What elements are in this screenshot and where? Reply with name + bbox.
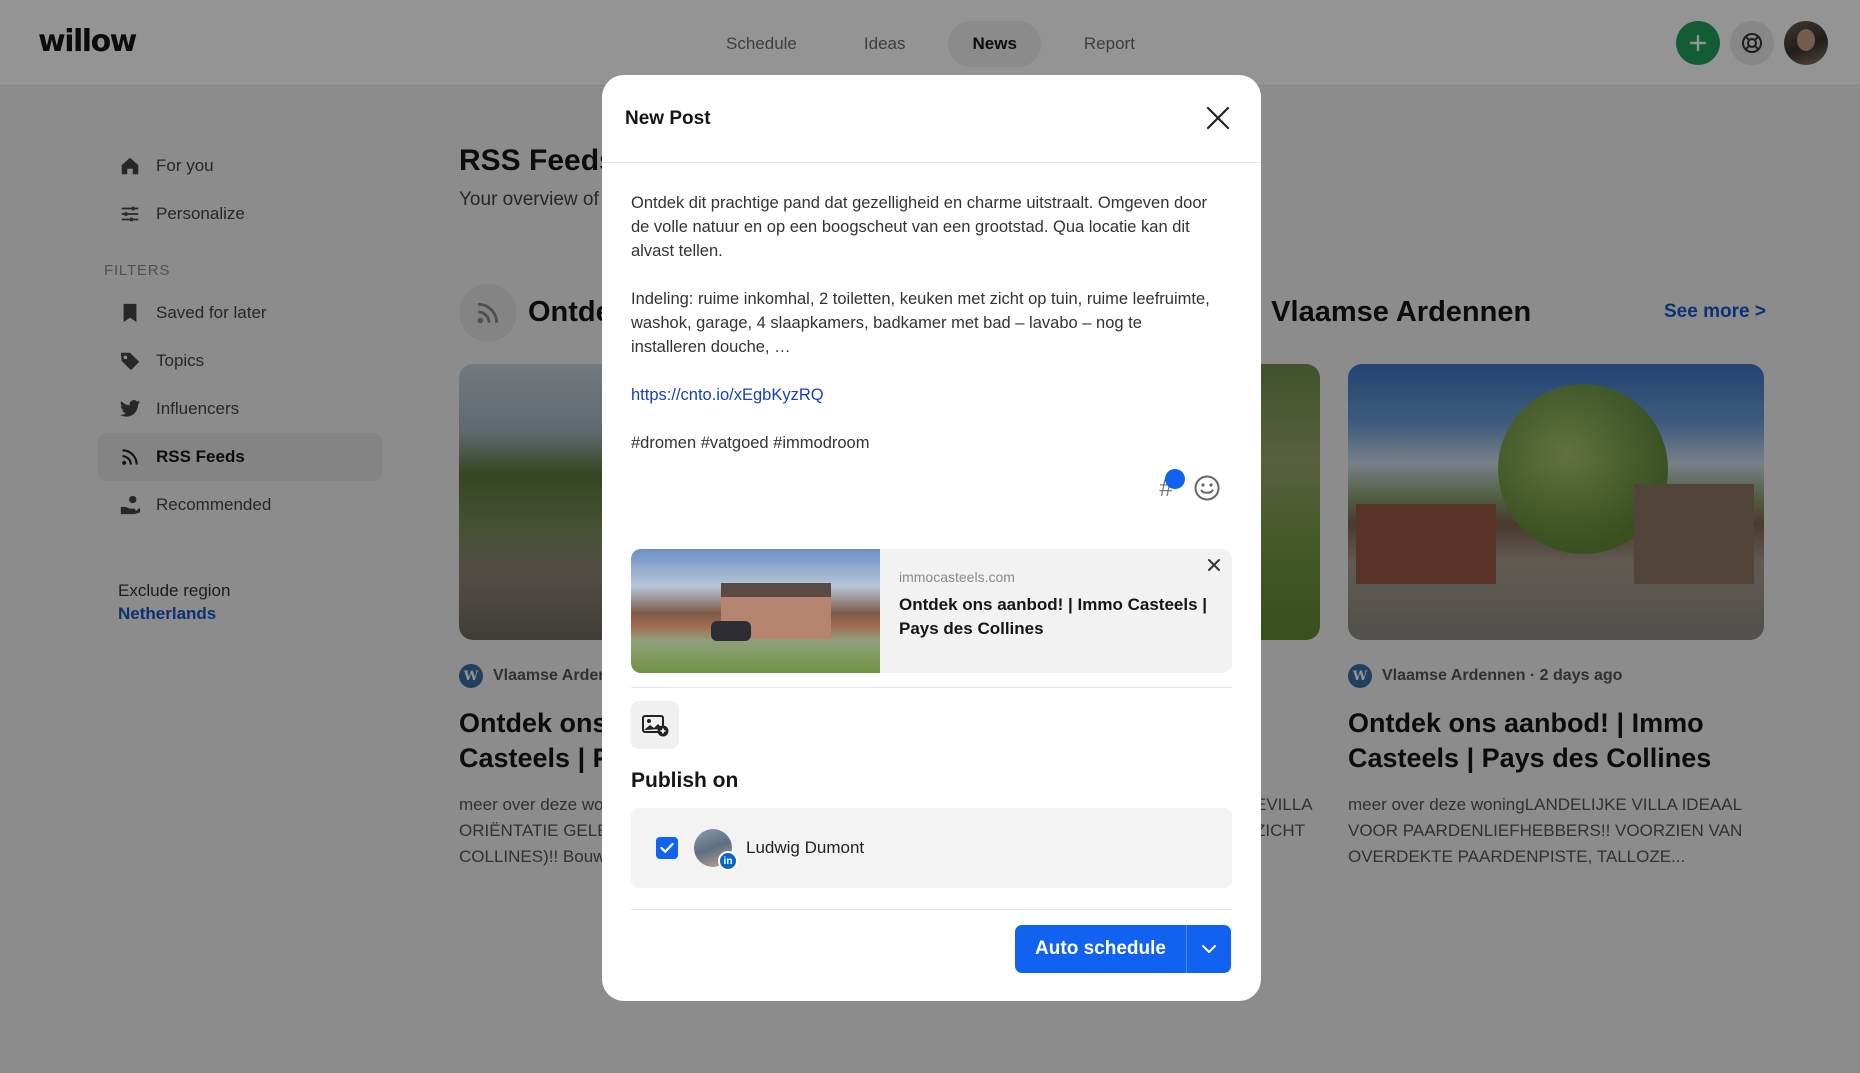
modal-title: New Post [625,107,711,129]
link-preview-domain: immocasteels.com [899,569,1015,585]
post-link[interactable]: https://cnto.io/xEgbKyzRQ [631,383,1221,407]
schedule-button-group: Auto schedule [1015,925,1231,973]
new-post-modal: New Post Ontdek dit prachtige pand dat g… [602,75,1261,1001]
notification-dot [1165,469,1185,489]
image-car [711,621,751,641]
linkedin-icon: in [718,851,738,871]
link-preview[interactable]: immocasteels.com Ontdek ons aanbod! | Im… [631,549,1232,673]
close-icon [1208,559,1220,571]
link-preview-image [631,549,880,673]
post-paragraph: Indeling: ruime inkomhal, 2 toiletten, k… [631,290,1210,356]
schedule-options-button[interactable] [1186,925,1231,973]
post-hashtags: #dromen #vatgoed #immodroom [631,434,870,452]
post-paragraph: Ontdek dit prachtige pand dat gezellighe… [631,194,1208,260]
add-media-button[interactable] [631,701,679,749]
remove-preview-button[interactable] [1206,557,1222,573]
emoji-icon[interactable] [1193,474,1221,502]
close-button[interactable] [1205,105,1231,131]
divider [631,909,1232,910]
add-image-icon [642,715,669,737]
link-preview-title: Ontdek ons aanbod! | Immo Casteels | Pay… [899,595,1208,638]
divider [631,687,1232,688]
publish-on-heading: Publish on [631,769,739,792]
account-name: Ludwig Dumont [746,838,865,857]
account-avatar: in [694,829,738,871]
close-icon [1206,106,1230,130]
account-row[interactable]: in Ludwig Dumont [631,808,1232,888]
auto-schedule-button[interactable]: Auto schedule [1015,925,1186,973]
chevron-down-icon [1202,945,1216,953]
editor-tools: # [1151,469,1221,503]
modal-header: New Post [602,75,1261,163]
post-editor[interactable]: Ontdek dit prachtige pand dat gezellighe… [631,191,1221,479]
checkmark-icon [660,842,674,853]
account-checkbox[interactable] [656,837,678,859]
hashtag-button[interactable]: # [1151,469,1185,503]
